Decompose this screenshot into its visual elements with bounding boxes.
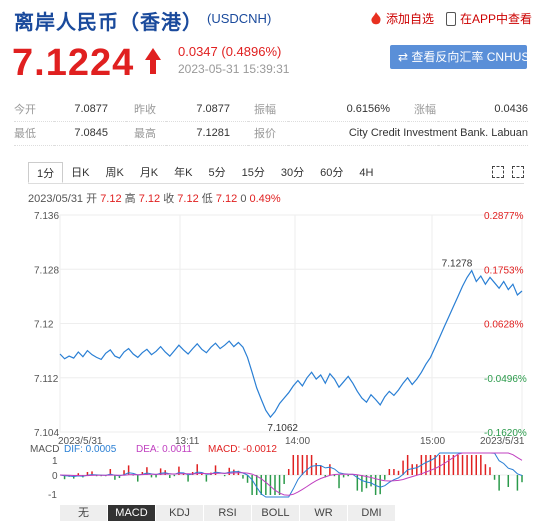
chart-period-tabs: 1分 日K 周K 月K 年K 5分 15分 30分 60分 4H: [28, 162, 524, 184]
macd-dea-label: DEA: 0.0011: [136, 444, 192, 455]
open-app-button[interactable]: 在APP中查看: [446, 10, 532, 27]
macd-title: MACD: [30, 444, 59, 455]
reverse-rate-button[interactable]: ⇄ 查看反向汇率 CNHUSD: [390, 45, 527, 69]
tab-yearly[interactable]: 年K: [166, 162, 200, 183]
stats-row: 今开 7.0877 昨收 7.0877 振幅 0.6156% 涨幅 0.0436: [14, 97, 528, 122]
tab-30min[interactable]: 30分: [273, 162, 312, 183]
x-tick-label: 14:00: [285, 436, 310, 447]
info-date: 2023/05/31: [28, 193, 84, 205]
stat-value: City Credit Investment Bank. Labuan: [288, 121, 528, 146]
stat-label: 最低: [14, 121, 54, 146]
y-tick-label: 7.128: [34, 265, 59, 276]
info-open-value: 7.12: [100, 193, 122, 205]
info-volume: 0: [240, 193, 247, 205]
ohlc-info: 2023/05/31 开 7.12 高 7.12 收 7.12 低 7.12 0…: [28, 190, 281, 206]
info-close-value: 7.12: [177, 193, 199, 205]
fullscreen-icon[interactable]: [492, 166, 504, 178]
symbol-code: (USDCNH): [207, 11, 272, 26]
info-high-label: 高: [124, 193, 136, 205]
macd-y-tick: 0: [52, 471, 58, 482]
pct-tick-label: 0.1753%: [484, 265, 524, 276]
low-label: 7.1062: [267, 423, 298, 434]
stats-row: 最低 7.0845 最高 7.1281 报价 City Credit Inves…: [14, 121, 528, 146]
stat-label: 最高: [126, 121, 166, 146]
stats-table: 今开 7.0877 昨收 7.0877 振幅 0.6156% 涨幅 0.0436…: [14, 97, 528, 146]
price-line: [59, 269, 523, 419]
info-low-label: 低: [201, 193, 213, 205]
indicator-tab-boll[interactable]: BOLL: [252, 505, 300, 521]
exchange-icon: ⇄: [398, 50, 409, 64]
flame-icon: [371, 11, 381, 24]
stat-label: 昨收: [126, 97, 166, 122]
indicator-tab-rsi[interactable]: RSI: [204, 505, 252, 521]
tab-5min[interactable]: 5分: [201, 162, 234, 183]
pct-tick-label: 0.0628%: [484, 320, 524, 331]
info-pct: 0.49%: [249, 193, 281, 205]
indicator-tab-kdj[interactable]: KDJ: [156, 505, 204, 521]
tab-daily[interactable]: 日K: [63, 162, 97, 183]
y-tick-label: 7.136: [34, 211, 59, 222]
indicator-tab-macd[interactable]: MACD: [108, 505, 156, 521]
quote-row: 7.1224 0.0347 (0.4896%) 2023-05-31 15:39…: [0, 38, 550, 86]
stat-value: 7.1281: [166, 121, 248, 146]
stat-value: 0.0436: [438, 97, 528, 122]
indicator-tab-wr[interactable]: WR: [300, 505, 348, 521]
tab-15min[interactable]: 15分: [234, 162, 273, 183]
indicator-tab-dmi[interactable]: DMI: [348, 505, 396, 521]
pct-tick-label: 0.2877%: [484, 211, 524, 222]
tab-60min[interactable]: 60分: [312, 162, 351, 183]
stat-value: 0.6156%: [288, 97, 408, 122]
chart-tools: [492, 166, 524, 178]
current-price: 7.1224: [12, 42, 135, 84]
indicator-tab-none[interactable]: 无: [60, 505, 108, 521]
info-open-label: 开: [86, 193, 98, 205]
info-low-value: 7.12: [215, 193, 238, 205]
macd-y-tick: -1: [48, 490, 57, 501]
tab-1min[interactable]: 1分: [28, 162, 64, 183]
stat-label: 今开: [14, 97, 54, 122]
phone-icon: [446, 11, 456, 26]
quote-timestamp: 2023-05-31 15:39:31: [178, 62, 290, 76]
indicator-tabs: 无 MACD KDJ RSI BOLL WR DMI: [60, 505, 396, 521]
stat-label: 振幅: [248, 97, 288, 122]
x-tick-label: 15:00: [420, 436, 445, 447]
add-favorite-button[interactable]: 添加自选: [370, 10, 434, 27]
tab-monthly[interactable]: 月K: [132, 162, 166, 183]
info-high-value: 7.12: [138, 193, 161, 205]
stat-value: 7.0845: [54, 121, 126, 146]
stat-value: 7.0877: [54, 97, 126, 122]
stat-label: 涨幅: [408, 97, 438, 122]
reverse-rate-label: 查看反向汇率 CNHUSD: [411, 50, 527, 64]
stat-value: 7.0877: [166, 97, 248, 122]
header: 离岸人民币（香港） (USDCNH) 添加自选 在APP中查看: [0, 0, 550, 38]
macd-y-tick: 1: [52, 456, 58, 467]
y-tick-label: 7.104: [34, 428, 59, 439]
macd-value-label: MACD: -0.0012: [208, 444, 277, 455]
price-change: 0.0347 (0.4896%): [178, 44, 282, 59]
tab-4h[interactable]: 4H: [351, 162, 381, 183]
macd-dif-label: DIF: 0.0005: [64, 444, 117, 455]
stat-label: 报价: [248, 121, 288, 146]
pct-tick-label: -0.0496%: [484, 374, 527, 385]
price-chart[interactable]: 7.136 0.2877% 7.128 0.1753% 7.12 0.0628% 7.112…: [0, 205, 550, 505]
open-app-label: 在APP中查看: [460, 12, 533, 26]
x-tick-label: 2023/5/31: [480, 436, 525, 447]
tab-weekly[interactable]: 周K: [97, 162, 131, 183]
high-label: 7.1278: [442, 259, 473, 270]
add-favorite-label: 添加自选: [386, 12, 435, 26]
y-tick-label: 7.112: [34, 374, 59, 385]
y-tick-label: 7.12: [34, 320, 54, 331]
info-close-label: 收: [163, 193, 175, 205]
up-arrow-icon: [145, 48, 161, 74]
settings-icon[interactable]: [512, 166, 524, 178]
page-title: 离岸人民币（香港）: [14, 12, 203, 34]
